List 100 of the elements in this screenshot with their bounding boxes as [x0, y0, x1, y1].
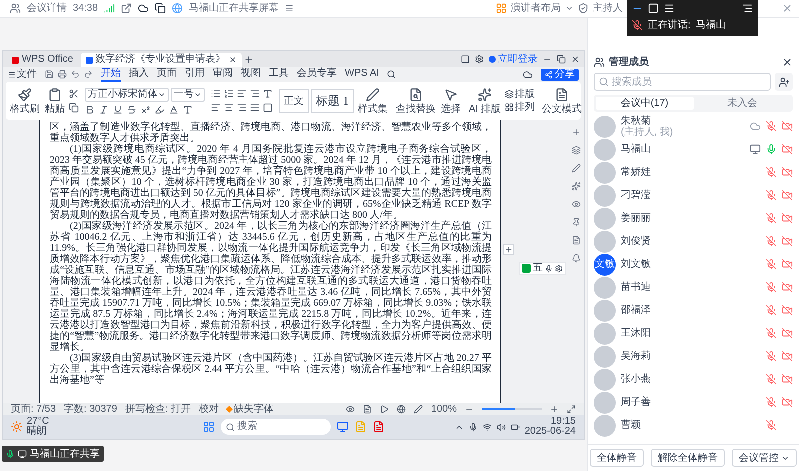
- web-view-icon[interactable]: [397, 404, 406, 414]
- official-mode-button[interactable]: 公文模式: [541, 88, 584, 114]
- play-icon[interactable]: [380, 404, 390, 414]
- panel-button[interactable]: 解除全体静音: [651, 449, 725, 467]
- ribbon-tab[interactable]: 会员专享: [297, 68, 337, 82]
- style-set-button[interactable]: 样式集: [357, 88, 389, 114]
- eye-icon[interactable]: [346, 404, 356, 414]
- camera-off-icon[interactable]: [782, 259, 793, 270]
- camera-off-icon[interactable]: [782, 397, 793, 408]
- cloud-icon[interactable]: [138, 3, 150, 14]
- bell-icon[interactable]: [572, 254, 580, 263]
- list-icon[interactable]: [742, 3, 753, 14]
- justify-icon[interactable]: [250, 103, 260, 113]
- format-painter-button[interactable]: 格式刷: [9, 88, 41, 114]
- settings-icon[interactable]: [555, 264, 563, 272]
- pin-icon[interactable]: [572, 218, 580, 227]
- highlighter-icon[interactable]: [155, 104, 165, 114]
- style-preview[interactable]: 标题 1: [311, 89, 354, 113]
- align-center-icon[interactable]: [224, 103, 234, 113]
- camera-off-icon[interactable]: [782, 236, 793, 247]
- missing-fonts-link[interactable]: 缺失字体: [226, 404, 274, 414]
- text-shading-icon[interactable]: [183, 104, 193, 114]
- mic-off-icon[interactable]: [766, 282, 777, 293]
- mic-off-icon[interactable]: [766, 305, 777, 316]
- ribbon-tab[interactable]: 工具: [269, 68, 289, 82]
- zoom-in-icon[interactable]: [550, 404, 559, 414]
- member-tab[interactable]: 未入会: [694, 97, 791, 110]
- word-count[interactable]: 字数: 30379: [64, 404, 118, 414]
- invite-member-button[interactable]: [775, 73, 793, 91]
- ai-layout-button[interactable]: AI 排版: [468, 88, 502, 114]
- ribbon-tab[interactable]: 视图: [241, 68, 261, 82]
- numbered-list-icon[interactable]: [224, 89, 234, 99]
- zoom-level[interactable]: 100%: [431, 404, 457, 414]
- ribbon-tab[interactable]: 审阅: [213, 68, 233, 82]
- add-button[interactable]: [503, 244, 514, 255]
- panel-button[interactable]: 全体静音: [590, 449, 644, 467]
- window-icon[interactable]: [461, 55, 470, 64]
- close-icon[interactable]: [782, 56, 793, 68]
- mic-icon[interactable]: [468, 422, 478, 432]
- cut-icon[interactable]: [69, 89, 79, 99]
- align-right-icon[interactable]: [237, 103, 247, 113]
- plus-icon[interactable]: [572, 128, 580, 137]
- text-direction-icon[interactable]: [263, 89, 273, 99]
- start-icon[interactable]: [202, 421, 214, 433]
- ribbon-tab[interactable]: 引用: [185, 68, 205, 82]
- fullscreen-icon[interactable]: [567, 404, 576, 414]
- layout-button[interactable]: 演讲者布局: [511, 1, 561, 16]
- document-tab[interactable]: WPS Office: [7, 53, 78, 67]
- camera-off-icon[interactable]: [782, 190, 793, 201]
- bold-icon[interactable]: [85, 104, 95, 114]
- share-button[interactable]: 分享: [541, 68, 579, 80]
- meeting-logo-icon[interactable]: [10, 3, 21, 14]
- undo-icon[interactable]: [71, 70, 80, 79]
- find-replace-button[interactable]: 查找替换: [395, 88, 437, 114]
- copy-icon[interactable]: [69, 103, 79, 113]
- wps-app-icon[interactable]: [372, 421, 384, 433]
- camera-off-icon[interactable]: [782, 167, 793, 178]
- mic-off-icon[interactable]: [766, 121, 777, 132]
- arrange-button[interactable]: 排列: [505, 102, 536, 113]
- mic-off-icon[interactable]: [766, 236, 777, 247]
- caret-icon[interactable]: [565, 4, 574, 13]
- proofread-link[interactable]: 校对: [198, 404, 219, 414]
- restore-icon[interactable]: [557, 55, 566, 64]
- save-icon[interactable]: [45, 70, 54, 79]
- border-icon[interactable]: [263, 103, 273, 113]
- shield-icon[interactable]: [578, 3, 589, 14]
- mic-off-icon[interactable]: [766, 167, 777, 178]
- mic-off-icon[interactable]: [766, 259, 777, 270]
- pen-icon[interactable]: [572, 164, 580, 173]
- menu-icon[interactable]: [664, 3, 675, 14]
- spell-check-status[interactable]: 拼写检查: 打开: [125, 404, 191, 414]
- pen-icon[interactable]: [414, 404, 424, 414]
- camera-off-icon[interactable]: [782, 121, 793, 132]
- mic-icon[interactable]: [545, 264, 553, 272]
- font-select[interactable]: 方正小标宋简体: [85, 88, 169, 102]
- font-size-select[interactable]: 一号: [171, 88, 205, 102]
- ribbon-tab[interactable]: 页面: [157, 68, 177, 82]
- select-button[interactable]: 选择: [440, 88, 462, 114]
- underline-icon[interactable]: [113, 104, 123, 114]
- bullet-list-icon[interactable]: [211, 89, 221, 99]
- print-icon[interactable]: [58, 70, 67, 79]
- mic-off-icon[interactable]: [766, 351, 777, 362]
- paste-button[interactable]: 粘贴: [44, 88, 66, 114]
- mic-off-icon[interactable]: [766, 328, 777, 339]
- outdent-icon[interactable]: [250, 89, 260, 99]
- indent-icon[interactable]: [237, 89, 247, 99]
- italic-icon[interactable]: [99, 104, 109, 114]
- search-icon[interactable]: [387, 70, 396, 79]
- input-mode-label[interactable]: 五: [533, 263, 543, 274]
- layers-icon[interactable]: [572, 146, 580, 155]
- close-icon[interactable]: [571, 55, 580, 64]
- mic-off-icon[interactable]: [766, 190, 777, 201]
- meeting-details-link[interactable]: 会议详情: [27, 1, 67, 16]
- wifi-icon[interactable]: [482, 422, 492, 432]
- volume-icon[interactable]: [496, 422, 506, 432]
- page-view-icon[interactable]: [363, 404, 372, 414]
- file-menu[interactable]: 文件: [8, 68, 37, 80]
- eye-icon[interactable]: [572, 200, 580, 209]
- camera-off-icon[interactable]: [782, 328, 793, 339]
- camera-off-icon[interactable]: [782, 374, 793, 385]
